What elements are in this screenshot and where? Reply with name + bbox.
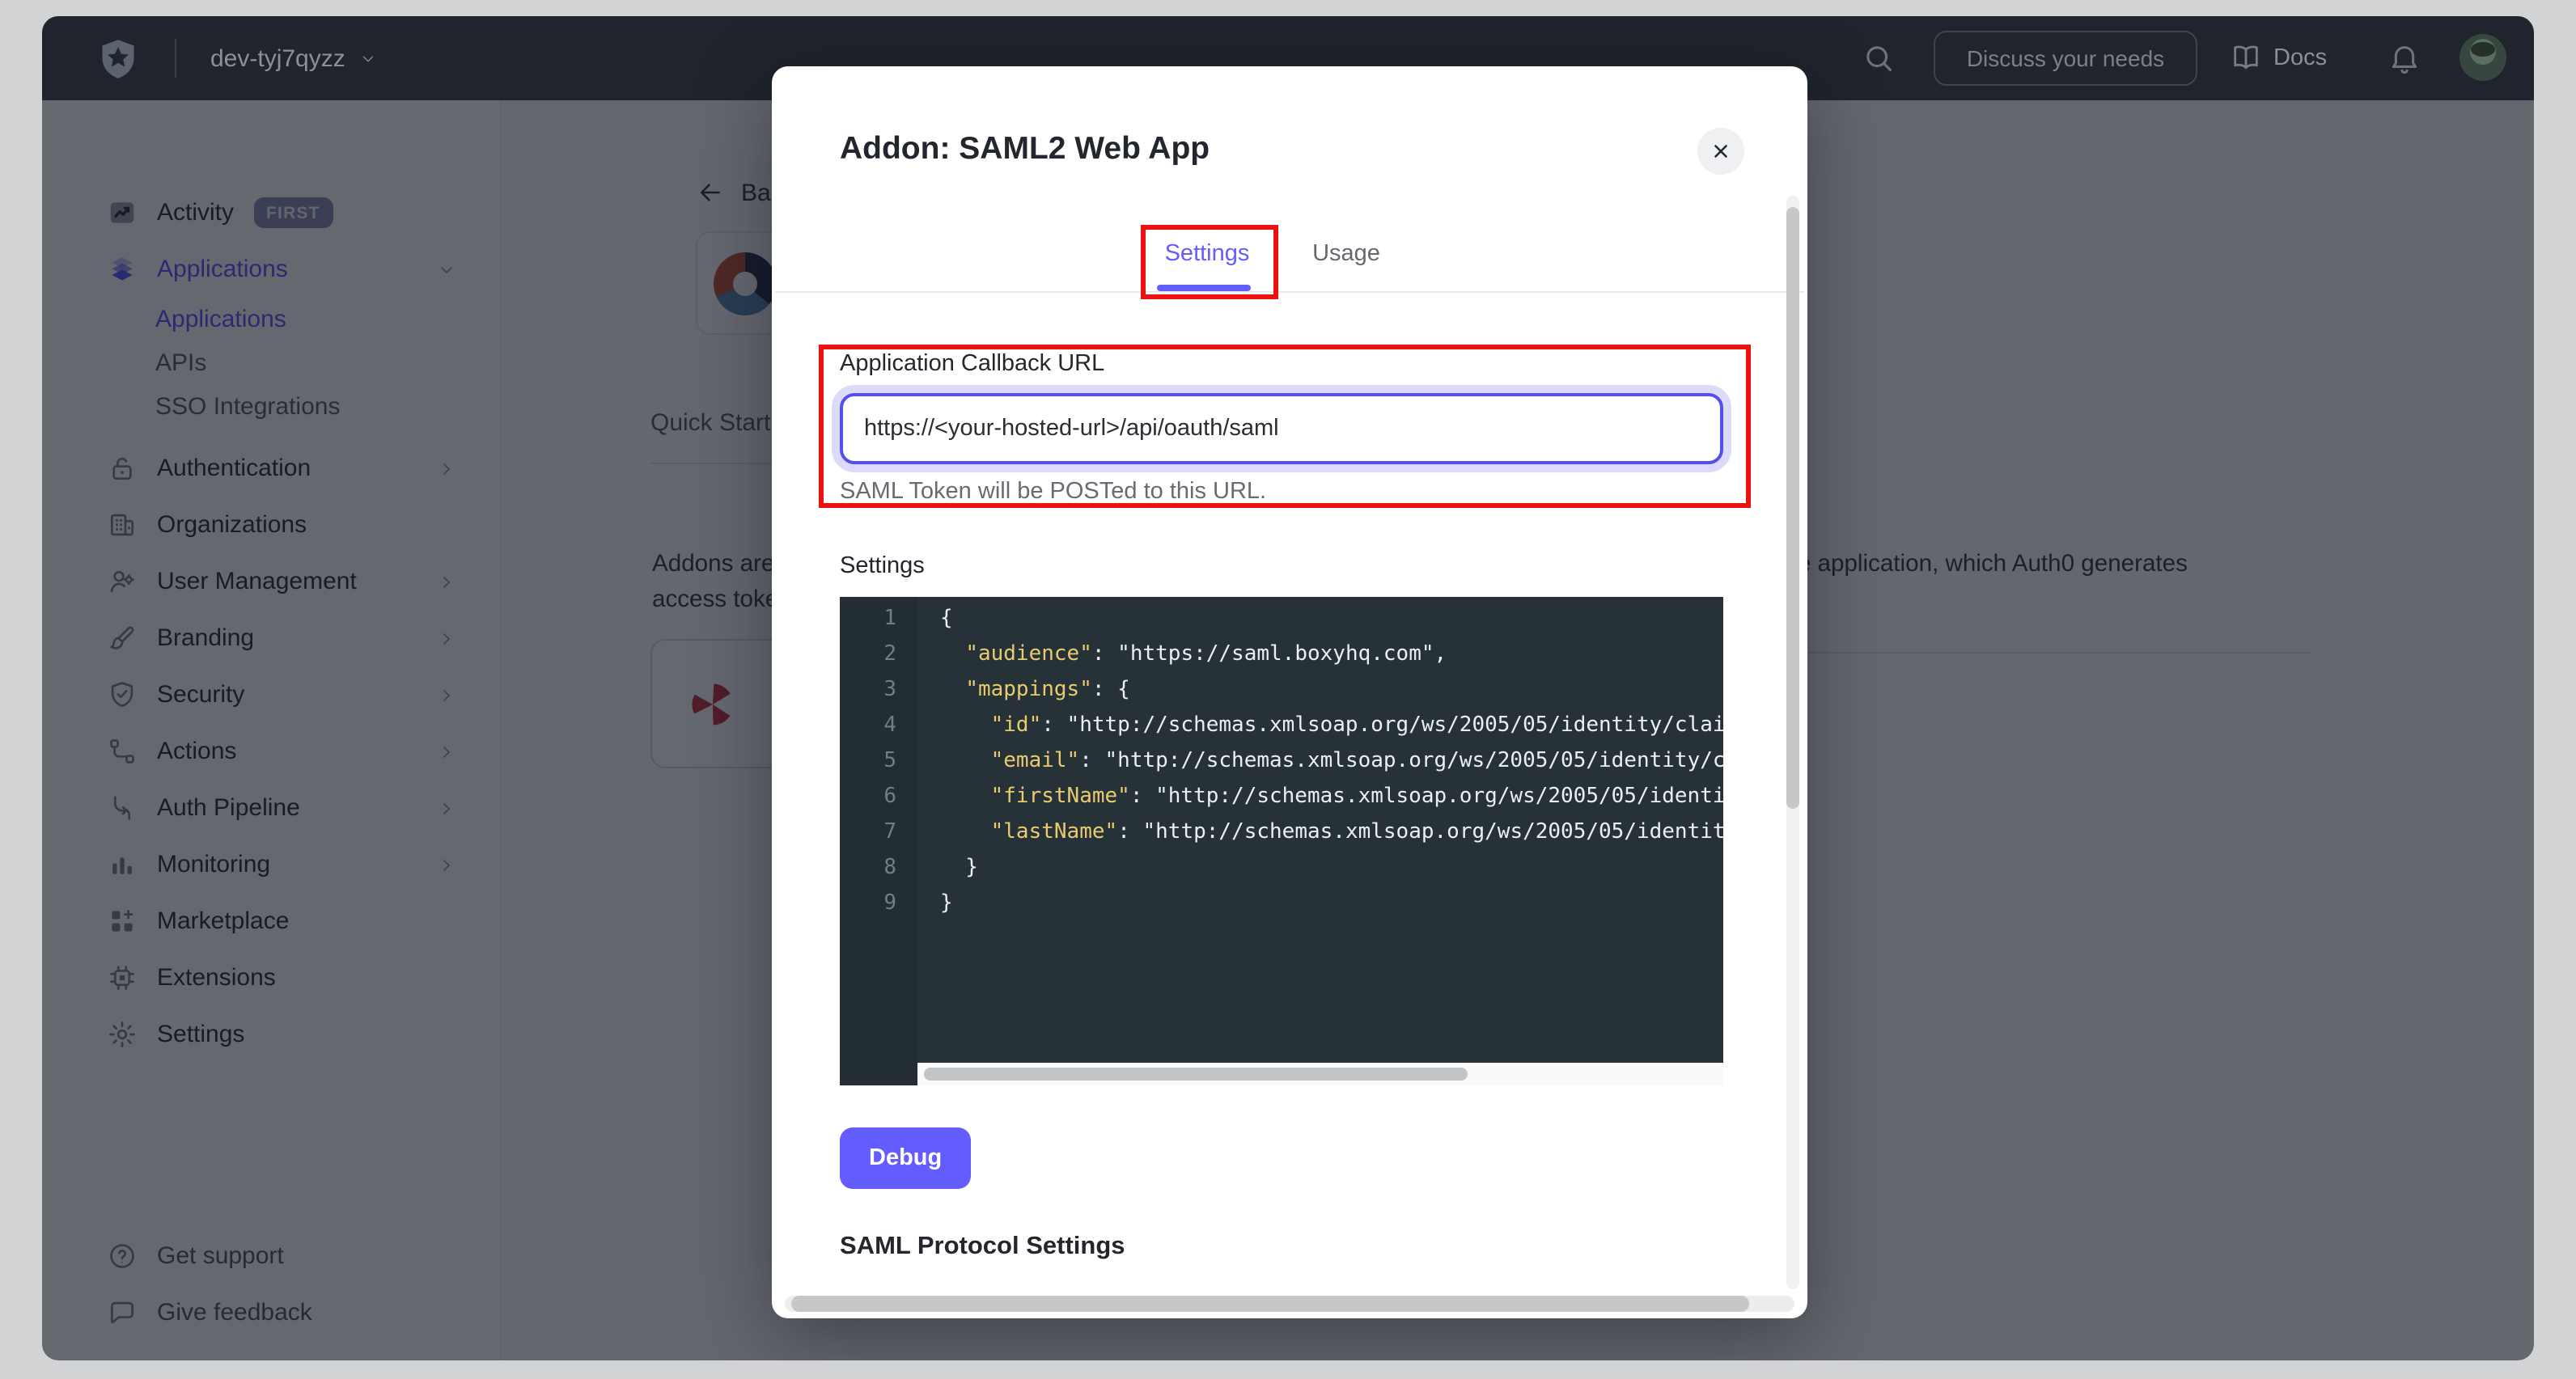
line-number: 4 (840, 709, 917, 744)
tab-usage[interactable]: Usage (1309, 241, 1383, 267)
code-line: "id": "http://schemas.xmlsoap.org/ws/200… (940, 709, 1723, 744)
tabs-divider (775, 291, 1804, 293)
editor-line-numbers: 123456789 (840, 597, 917, 1085)
modal-vertical-scrollbar-thumb[interactable] (1786, 207, 1799, 809)
line-number: 8 (840, 851, 917, 886)
docs-link[interactable]: Docs (2230, 16, 2327, 100)
line-number: 1 (840, 602, 917, 637)
user-avatar[interactable] (2459, 34, 2506, 81)
search-icon[interactable] (1861, 40, 1896, 76)
callback-url-input[interactable] (840, 393, 1723, 464)
code-line: "email": "http://schemas.xmlsoap.org/ws/… (940, 744, 1723, 780)
book-icon (2230, 42, 2262, 74)
chevron-down-icon (360, 49, 378, 67)
saml-protocol-settings-heading: SAML Protocol Settings (840, 1233, 1125, 1262)
code-line: "lastName": "http://schemas.xmlsoap.org/… (940, 815, 1723, 851)
close-icon (1710, 141, 1731, 162)
app-window: dev-tyj7qyzz Discuss your needs Docs Act… (42, 16, 2534, 1360)
close-button[interactable] (1697, 128, 1744, 175)
code-line: "firstName": "http://schemas.xmlsoap.org… (940, 780, 1723, 815)
code-line: { (940, 602, 1723, 637)
active-tab-indicator (1157, 285, 1251, 290)
addon-modal: Addon: SAML2 Web App Settings Usage Appl… (772, 66, 1807, 1318)
tenant-switcher[interactable]: dev-tyj7qyzz (210, 16, 378, 100)
line-number: 6 (840, 780, 917, 815)
line-number: 9 (840, 886, 917, 922)
screenshot-canvas: dev-tyj7qyzz Discuss your needs Docs Act… (0, 0, 2576, 1379)
code-line: "mappings": { (940, 673, 1723, 709)
editor-scrollbar-thumb[interactable] (924, 1068, 1468, 1081)
debug-button[interactable]: Debug (840, 1127, 971, 1189)
code-line: } (940, 851, 1723, 886)
docs-label: Docs (2273, 45, 2327, 71)
callback-url-label: Application Callback URL (840, 351, 1104, 377)
notifications-bell-icon[interactable] (2387, 40, 2422, 76)
line-number: 3 (840, 673, 917, 709)
editor-code[interactable]: { "audience": "https://saml.boxyhq.com",… (917, 597, 1723, 1063)
modal-title: Addon: SAML2 Web App (840, 131, 1210, 168)
navbar-divider (175, 39, 176, 78)
settings-code-editor[interactable]: 123456789 { "audience": "https://saml.bo… (840, 597, 1723, 1085)
auth0-logo-icon (97, 37, 139, 79)
modal-horizontal-scrollbar-thumb[interactable] (791, 1296, 1749, 1312)
editor-horizontal-scrollbar[interactable] (917, 1063, 1723, 1085)
discuss-your-needs-button[interactable]: Discuss your needs (1934, 31, 2197, 86)
settings-json-label: Settings (840, 553, 925, 579)
tenant-name: dev-tyj7qyzz (210, 44, 345, 72)
line-number: 7 (840, 815, 917, 851)
line-number: 2 (840, 637, 917, 673)
line-number: 5 (840, 744, 917, 780)
code-line: } (940, 886, 1723, 922)
tab-settings[interactable]: Settings (1160, 241, 1254, 267)
callback-url-helper: SAML Token will be POSTed to this URL. (840, 479, 1266, 505)
code-line: "audience": "https://saml.boxyhq.com", (940, 637, 1723, 673)
